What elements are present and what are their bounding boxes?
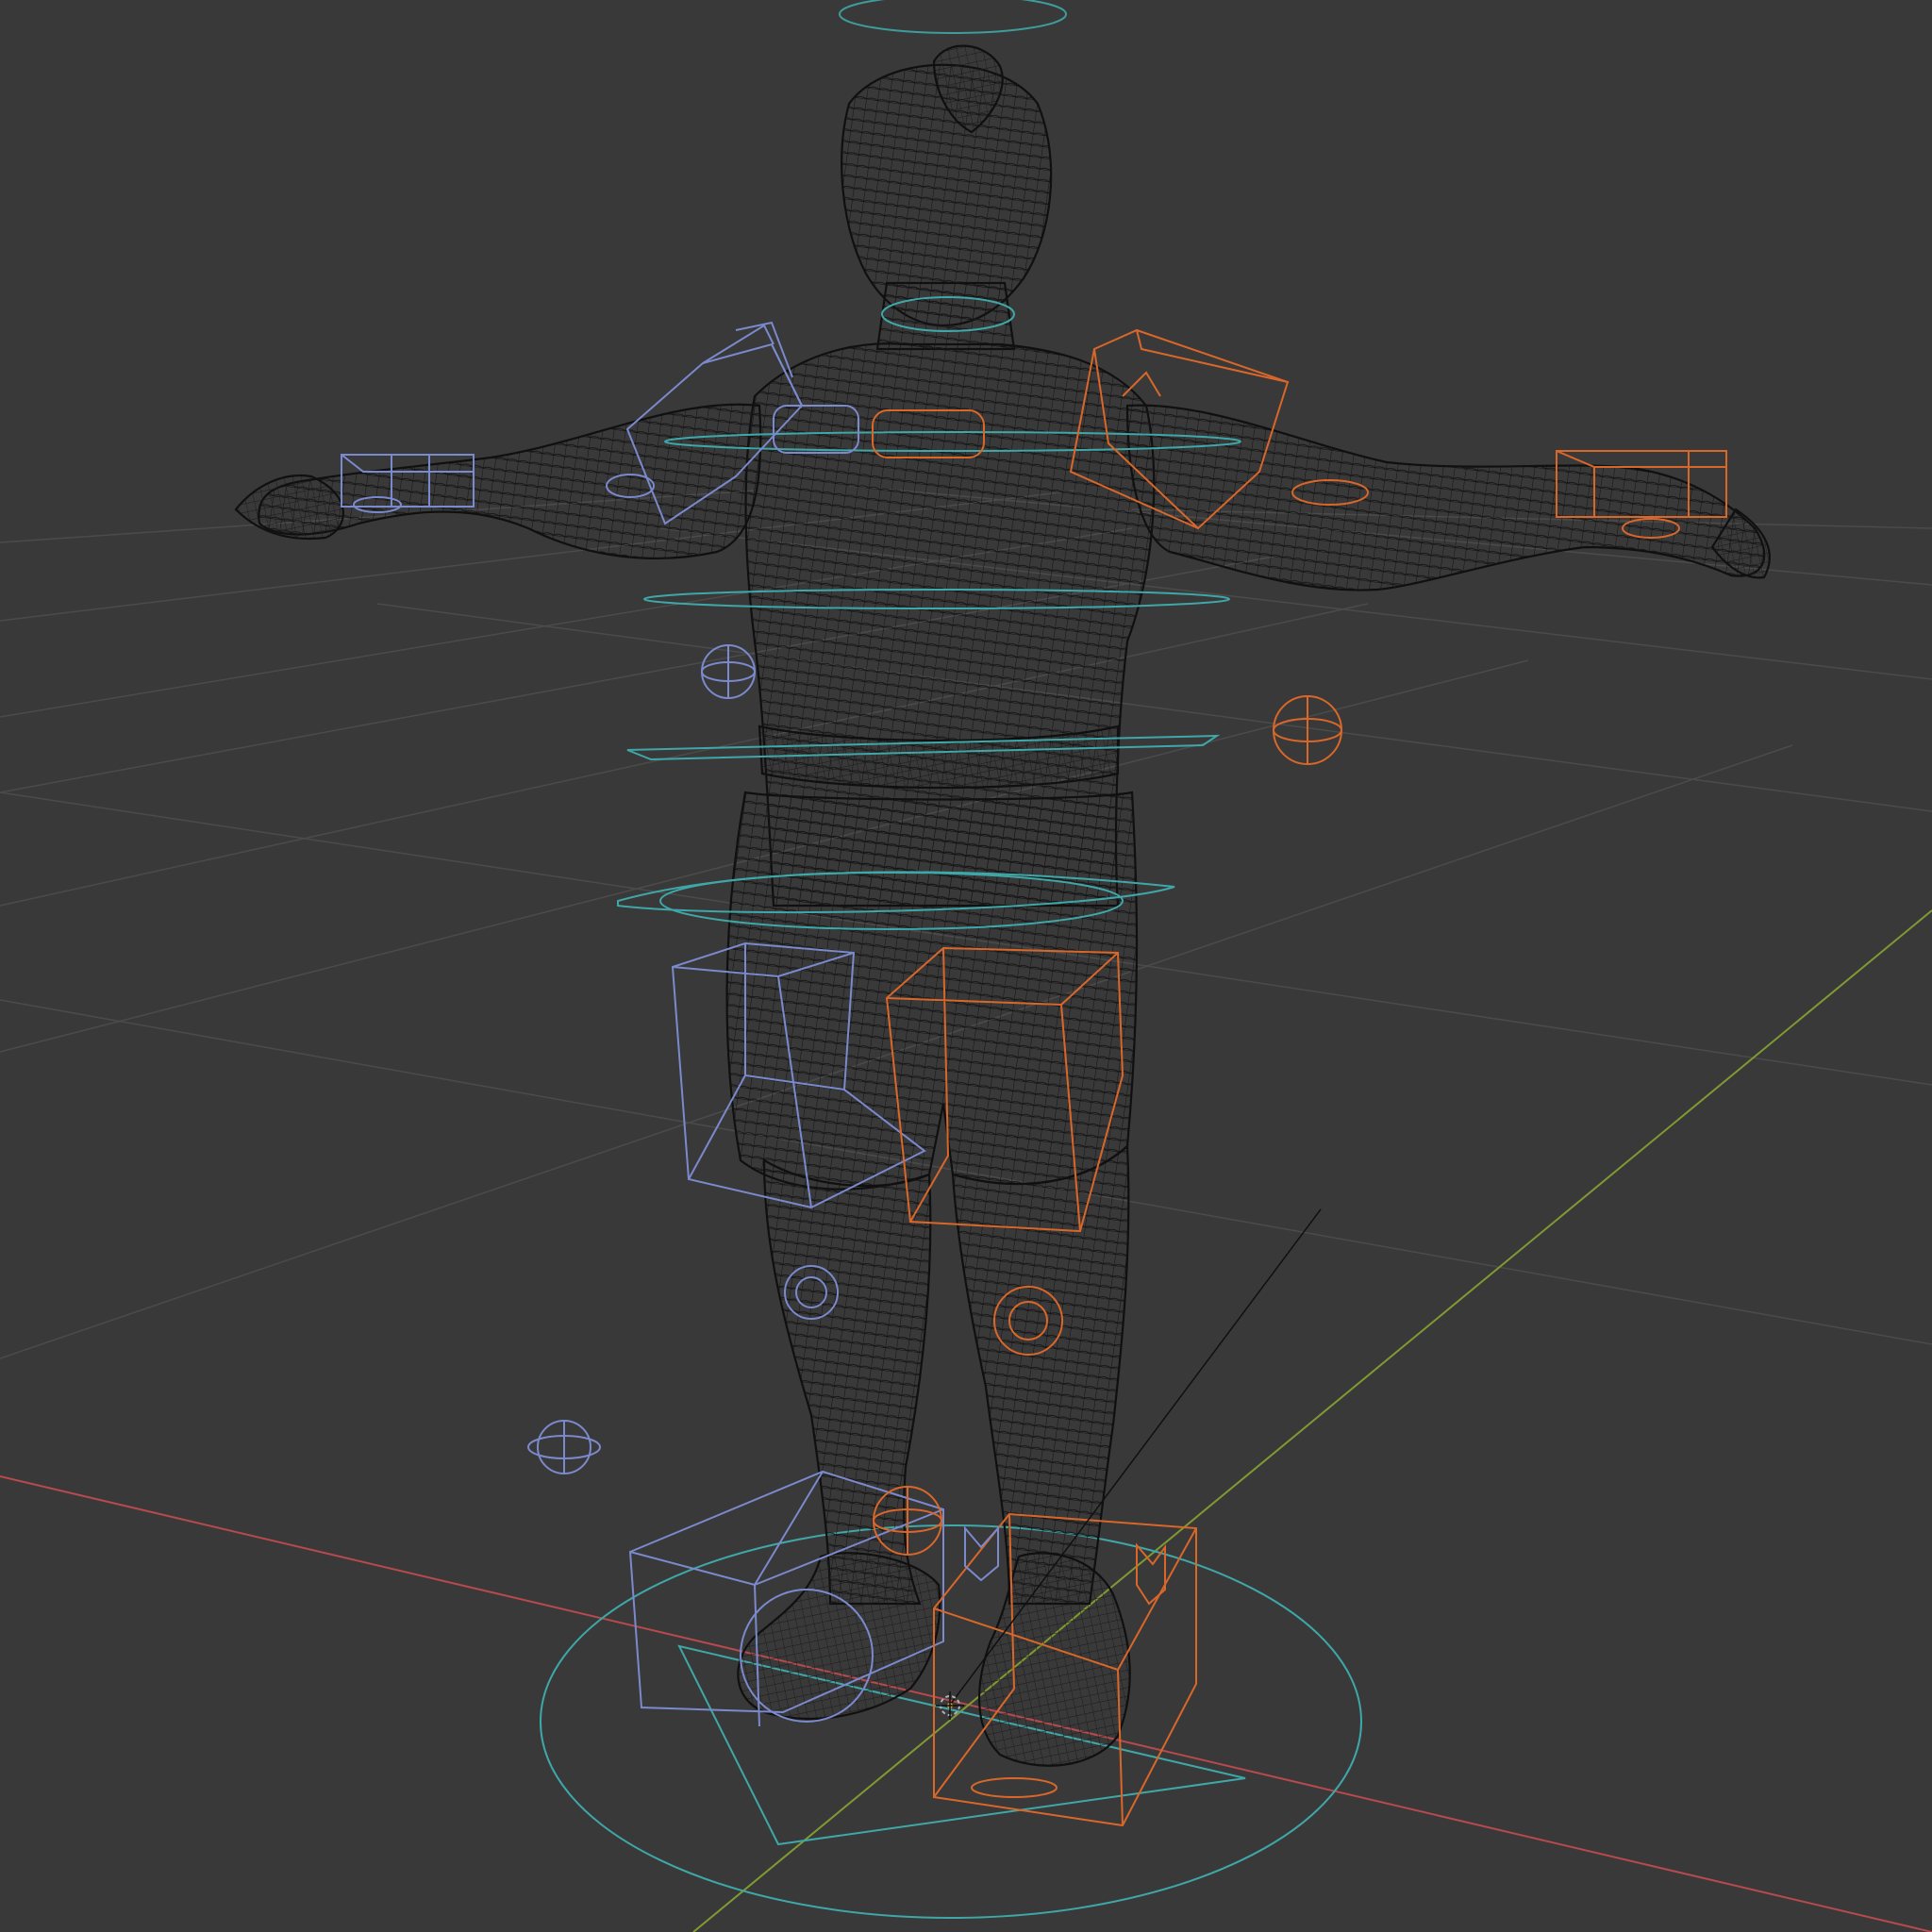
ik-target-icons[interactable] — [964, 1525, 999, 1582]
viewport-canvas[interactable] — [0, 0, 1932, 1932]
3d-viewport[interactable] — [0, 0, 1932, 1932]
3d-cursor-icon[interactable] — [936, 1691, 964, 1720]
